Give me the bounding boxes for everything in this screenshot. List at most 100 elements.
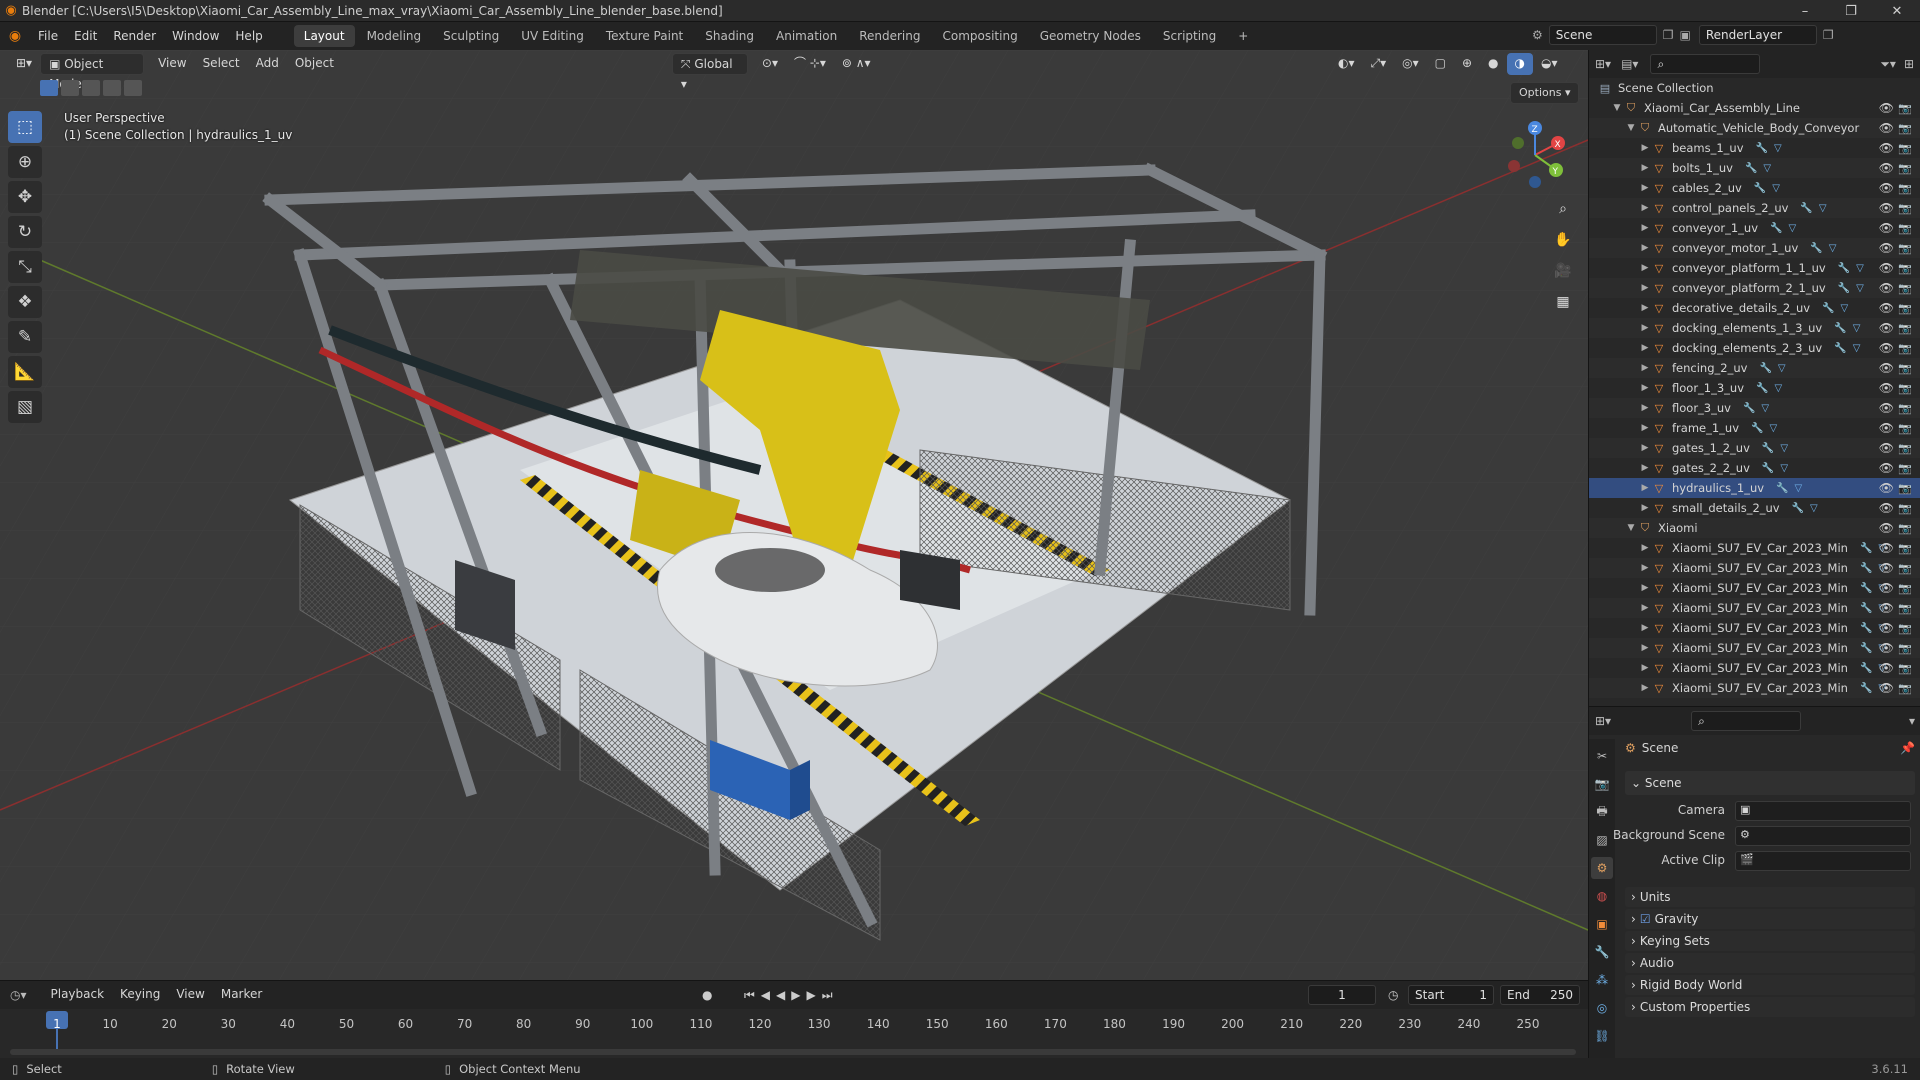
- pivot-point-icon[interactable]: ⊙▾: [754, 53, 786, 75]
- tool-tab-icon[interactable]: ✂: [1591, 745, 1613, 767]
- tab-compositing[interactable]: Compositing: [932, 25, 1027, 47]
- outliner-object-row[interactable]: ▶ ▽ conveyor_platform_1_1_uv 🔧▽ 👁 📷: [1589, 258, 1920, 278]
- snap-icon[interactable]: ⌒ ⊹▾: [786, 53, 834, 75]
- outliner-object-row[interactable]: ▶ ▽ floor_1_3_uv 🔧▽ 👁 📷: [1589, 378, 1920, 398]
- menu-help[interactable]: Help: [227, 22, 270, 50]
- outliner-object-row[interactable]: ▶ ▽ gates_1_2_uv 🔧▽ 👁 📷: [1589, 438, 1920, 458]
- expand-closed-icon[interactable]: ▶: [1639, 383, 1651, 393]
- outliner-root-row[interactable]: ▤ Scene Collection: [1589, 78, 1920, 98]
- measure-tool-icon[interactable]: 📐: [8, 356, 42, 388]
- render-camera-icon[interactable]: 📷: [1898, 402, 1912, 415]
- chevron-down-icon[interactable]: ▾: [1909, 714, 1915, 728]
- outliner-collection-row[interactable]: ▼ ⛉ Xiaomi 👁 📷: [1589, 518, 1920, 538]
- filter-icon[interactable]: ⏷▾: [1880, 57, 1896, 72]
- transform-orientation-dropdown[interactable]: ⤧ Global ▾: [671, 53, 748, 91]
- shading-solid-icon[interactable]: ●: [1480, 53, 1506, 75]
- visibility-eye-icon[interactable]: 👁: [1879, 481, 1894, 495]
- render-camera-icon[interactable]: 📷: [1898, 182, 1912, 195]
- tab-scripting[interactable]: Scripting: [1153, 25, 1226, 47]
- section-audio[interactable]: › Audio: [1625, 953, 1915, 973]
- render-camera-icon[interactable]: 📷: [1898, 422, 1912, 435]
- visibility-eye-icon[interactable]: 👁: [1879, 161, 1894, 175]
- tab-rendering[interactable]: Rendering: [849, 25, 930, 47]
- timeline-ruler[interactable]: 1 10 20 30 40 50 60 70 80 90 100 110 120 130 140 150 160…: [0, 981, 1588, 1059]
- render-camera-icon[interactable]: 📷: [1898, 462, 1912, 475]
- properties-search-input[interactable]: ⌕: [1691, 711, 1802, 731]
- visibility-eye-icon[interactable]: 👁: [1879, 661, 1894, 675]
- minimize-button[interactable]: –: [1782, 0, 1828, 22]
- move-tool-icon[interactable]: ✥: [8, 181, 42, 213]
- expand-closed-icon[interactable]: ▶: [1639, 683, 1651, 693]
- add-cube-tool-icon[interactable]: ▧: [8, 391, 42, 423]
- outliner-search-input[interactable]: ⌕: [1650, 54, 1761, 74]
- overlay-toggle-icon[interactable]: ◎▾: [1394, 53, 1427, 75]
- outliner-object-row[interactable]: ▶ ▽ hydraulics_1_uv 🔧▽ 👁 📷: [1589, 478, 1920, 498]
- expand-closed-icon[interactable]: ▶: [1639, 163, 1651, 173]
- display-mode-icon[interactable]: ▤▾: [1621, 57, 1638, 71]
- expand-closed-icon[interactable]: ▶: [1639, 663, 1651, 673]
- object-mode-dropdown[interactable]: ▣ Object Mode ▾: [40, 53, 145, 91]
- viewport-menu-add[interactable]: Add: [248, 53, 287, 75]
- expand-closed-icon[interactable]: ▶: [1639, 423, 1651, 433]
- visibility-eye-icon[interactable]: 👁: [1879, 301, 1894, 315]
- outliner-object-row[interactable]: ▶ ▽ fencing_2_uv 🔧▽ 👁 📷: [1589, 358, 1920, 378]
- editor-type-icon[interactable]: ⊞▾: [8, 53, 40, 75]
- scene-section-header[interactable]: ⌄ Scene: [1625, 771, 1915, 795]
- visibility-eye-icon[interactable]: 👁: [1879, 341, 1894, 355]
- render-camera-icon[interactable]: 📷: [1898, 162, 1912, 175]
- camera-field[interactable]: ▣: [1735, 801, 1911, 821]
- outliner-object-row[interactable]: ▶ ▽ frame_1_uv 🔧▽ 👁 📷: [1589, 418, 1920, 438]
- outliner-collection-row[interactable]: ▼ ⛉ Xiaomi_Car_Assembly_Line 👁 📷: [1589, 98, 1920, 118]
- object-tab-icon[interactable]: ▣: [1591, 913, 1613, 935]
- expand-closed-icon[interactable]: ▶: [1639, 483, 1651, 493]
- render-camera-icon[interactable]: 📷: [1898, 542, 1912, 555]
- expand-closed-icon[interactable]: ▶: [1639, 263, 1651, 273]
- visibility-eye-icon[interactable]: 👁: [1879, 181, 1894, 195]
- visibility-eye-icon[interactable]: 👁: [1879, 541, 1894, 555]
- proportional-edit-icon[interactable]: ⊚ ∧▾: [834, 53, 879, 75]
- scene-selector[interactable]: Scene: [1548, 25, 1657, 45]
- visibility-eye-icon[interactable]: 👁: [1879, 241, 1894, 255]
- expand-closed-icon[interactable]: ▶: [1639, 283, 1651, 293]
- select-new-icon[interactable]: [40, 80, 58, 96]
- outliner-object-row[interactable]: ▶ ▽ Xiaomi_SU7_EV_Car_2023_Min 🔧▽ 👁 📷: [1589, 578, 1920, 598]
- render-camera-icon[interactable]: 📷: [1898, 562, 1912, 575]
- outliner-object-row[interactable]: ▶ ▽ Xiaomi_SU7_EV_Car_2023_Min 🔧▽ 👁 📷: [1589, 598, 1920, 618]
- menu-edit[interactable]: Edit: [66, 22, 105, 50]
- outliner-object-row[interactable]: ▶ ▽ Xiaomi_SU7_EV_Car_2023_Min 🔧▽ 👁 📷: [1589, 538, 1920, 558]
- render-camera-icon[interactable]: 📷: [1898, 682, 1912, 695]
- scene-tab-icon[interactable]: ⚙: [1591, 857, 1613, 879]
- expand-closed-icon[interactable]: ▶: [1639, 563, 1651, 573]
- outliner-object-row[interactable]: ▶ ▽ docking_elements_1_3_uv 🔧▽ 👁 📷: [1589, 318, 1920, 338]
- outliner-object-row[interactable]: ▶ ▽ floor_3_uv 🔧▽ 👁 📷: [1589, 398, 1920, 418]
- render-camera-icon[interactable]: 📷: [1898, 342, 1912, 355]
- expand-closed-icon[interactable]: ▶: [1639, 143, 1651, 153]
- expand-closed-icon[interactable]: ▶: [1639, 343, 1651, 353]
- constraints-tab-icon[interactable]: ⛓: [1591, 1025, 1613, 1047]
- visibility-eye-icon[interactable]: 👁: [1879, 381, 1894, 395]
- outliner-object-row[interactable]: ▶ ▽ Xiaomi_SU7_EV_Car_2023_Min 🔧▽ 👁 📷: [1589, 558, 1920, 578]
- shading-material-icon[interactable]: ◑: [1506, 53, 1533, 75]
- gizmo-neg-y[interactable]: [1512, 137, 1524, 149]
- transform-tool-icon[interactable]: ❖: [8, 286, 42, 318]
- output-tab-icon[interactable]: 🖶: [1591, 801, 1613, 823]
- render-camera-icon[interactable]: 📷: [1898, 102, 1912, 115]
- gravity-checkbox[interactable]: ☑: [1640, 912, 1651, 926]
- visibility-eye-icon[interactable]: 👁: [1879, 401, 1894, 415]
- maximize-button[interactable]: ❐: [1828, 0, 1874, 22]
- xray-icon[interactable]: ▢: [1427, 53, 1454, 75]
- section-custom-properties[interactable]: › Custom Properties: [1625, 997, 1915, 1017]
- active-clip-field[interactable]: 🎬: [1735, 851, 1911, 871]
- modifier-tab-icon[interactable]: 🔧: [1591, 941, 1613, 963]
- visibility-eye-icon[interactable]: 👁: [1879, 101, 1894, 115]
- render-layer-selector[interactable]: RenderLayer: [1698, 25, 1817, 45]
- gizmo-neg-x[interactable]: [1508, 160, 1520, 172]
- new-scene-icon[interactable]: ❐: [1663, 28, 1674, 42]
- expand-open-icon[interactable]: ▼: [1625, 523, 1637, 533]
- navigation-gizmo[interactable]: X Y Z: [1498, 118, 1572, 192]
- expand-closed-icon[interactable]: ▶: [1639, 583, 1651, 593]
- physics-tab-icon[interactable]: ◎: [1591, 997, 1613, 1019]
- gizmo-neg-z[interactable]: [1529, 176, 1541, 188]
- render-camera-icon[interactable]: 📷: [1898, 482, 1912, 495]
- outliner-collection-row[interactable]: ▼ ⛉ Automatic_Vehicle_Body_Conveyor 👁 📷: [1589, 118, 1920, 138]
